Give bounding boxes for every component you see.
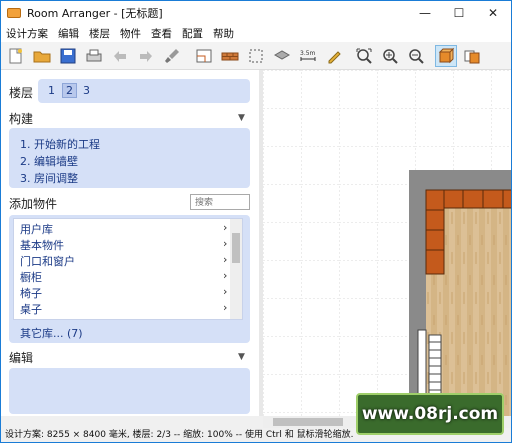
lib-cabinets[interactable]: 橱柜 xyxy=(20,269,42,285)
room-layout-icon[interactable] xyxy=(193,45,215,67)
lib-basic[interactable]: 基本物件 xyxy=(20,237,64,253)
zoom-out-icon[interactable] xyxy=(405,45,427,67)
print-icon[interactable] xyxy=(83,45,105,67)
cabinet-left[interactable] xyxy=(425,189,445,275)
title-bar: Room Arranger - [无标题] — ☐ ✕ xyxy=(1,1,511,24)
edit-title: 编辑 xyxy=(9,351,34,365)
minimize-button[interactable]: — xyxy=(408,1,442,24)
lib-tables[interactable]: 桌子 xyxy=(20,301,42,317)
zoom-fit-icon[interactable] xyxy=(353,45,375,67)
search-input[interactable] xyxy=(190,194,250,210)
menu-objects[interactable]: 物件 xyxy=(115,26,146,41)
new-file-icon[interactable] xyxy=(5,45,27,67)
chevron-right-icon: › xyxy=(223,237,228,250)
more-libraries-link[interactable]: 其它库... (7) xyxy=(20,325,83,341)
floor-3[interactable]: 3 xyxy=(83,84,90,97)
select-area-icon[interactable] xyxy=(245,45,267,67)
app-logo-icon xyxy=(7,7,21,18)
collapse-edit-icon[interactable]: ▼ xyxy=(238,352,245,362)
collapse-build-icon[interactable]: ▼ xyxy=(238,113,245,123)
menu-edit[interactable]: 编辑 xyxy=(53,26,84,41)
lib-user[interactable]: 用户库 xyxy=(20,221,53,237)
undo-icon[interactable] xyxy=(109,45,131,67)
menu-bar: 设计方案 编辑 楼层 物件 查看 配置 帮助 xyxy=(1,24,511,42)
brush-icon[interactable] xyxy=(161,45,183,67)
chevron-right-icon: › xyxy=(223,269,228,282)
scroll-thumb[interactable] xyxy=(232,233,240,263)
save-icon[interactable] xyxy=(57,45,79,67)
lib-doors-windows[interactable]: 门口和窗户 xyxy=(20,253,75,269)
menu-help[interactable]: 帮助 xyxy=(208,26,239,41)
watermark-logo: www.08rj.com xyxy=(356,393,504,435)
app-window: Room Arranger - [无标题] — ☐ ✕ 设计方案 编辑 楼层 物… xyxy=(0,0,512,443)
build-step-3[interactable]: 3. 房间调整 xyxy=(20,170,78,186)
maximize-button[interactable]: ☐ xyxy=(442,1,476,24)
add-objects-title: 添加物件 xyxy=(9,197,58,211)
floor-2-selected[interactable]: 2 xyxy=(62,83,77,98)
open-folder-icon[interactable] xyxy=(31,45,53,67)
chevron-right-icon: › xyxy=(223,301,228,314)
lib-chairs[interactable]: 椅子 xyxy=(20,285,42,301)
chevron-right-icon: › xyxy=(223,253,228,266)
floor-plan[interactable] xyxy=(263,70,511,416)
zoom-in-icon[interactable] xyxy=(379,45,401,67)
redo-icon[interactable] xyxy=(135,45,157,67)
chevron-right-icon: › xyxy=(223,285,228,298)
menu-design[interactable]: 设计方案 xyxy=(1,26,53,41)
view-3d-icon[interactable] xyxy=(461,45,483,67)
close-button[interactable]: ✕ xyxy=(476,1,510,24)
library-scrollbar[interactable] xyxy=(230,219,242,319)
objects-icon[interactable] xyxy=(271,45,293,67)
wall-icon[interactable] xyxy=(219,45,241,67)
edit-box xyxy=(9,368,250,414)
menu-view[interactable]: 查看 xyxy=(146,26,177,41)
build-title: 构建 xyxy=(9,112,34,126)
pencil-icon[interactable] xyxy=(323,45,345,67)
floors-label: 楼层 xyxy=(9,86,34,100)
menu-config[interactable]: 配置 xyxy=(177,26,208,41)
build-step-2[interactable]: 2. 编辑墙壁 xyxy=(20,153,78,169)
measure-icon[interactable]: 3.5m xyxy=(297,45,319,67)
left-panel: 楼层 1 2 3 构建 ▼ 1. 开始新的工程 2. 编辑墙壁 3. 房间调整 … xyxy=(1,70,259,416)
window-title: Room Arranger - [无标题] xyxy=(27,6,163,20)
floor-1[interactable]: 1 xyxy=(48,84,55,97)
floor-plan-canvas[interactable] xyxy=(263,70,511,416)
build-step-1[interactable]: 1. 开始新的工程 xyxy=(20,136,100,152)
toolbar: 3.5m xyxy=(1,42,511,70)
chevron-right-icon: › xyxy=(223,221,228,234)
menu-floor[interactable]: 楼层 xyxy=(84,26,115,41)
svg-text:3.5m: 3.5m xyxy=(300,50,316,57)
scroll-thumb[interactable] xyxy=(273,418,343,426)
view-2d-icon[interactable] xyxy=(435,45,457,67)
